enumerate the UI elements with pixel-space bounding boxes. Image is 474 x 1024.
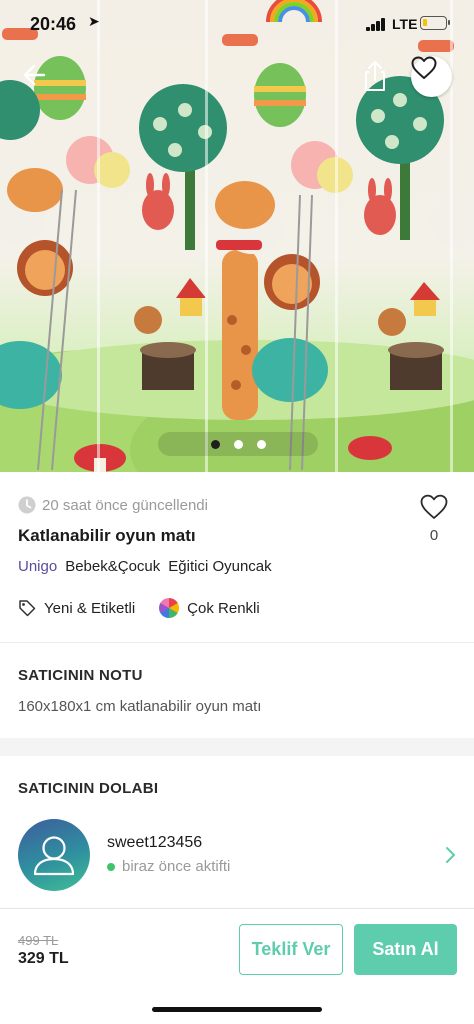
color-label: Çok Renkli (187, 599, 260, 617)
share-button[interactable] (360, 58, 390, 94)
seller-username[interactable]: sweet123456 (107, 834, 202, 852)
seller-note-text: 160x180x1 cm katlanabilir oyun matı (18, 698, 262, 715)
color-attribute: Çok Renkli (159, 598, 260, 618)
updated-time: 20 saat önce güncellendi (18, 496, 208, 514)
buy-now-button[interactable]: Satın Al (354, 924, 457, 975)
product-info: 20 saat önce güncellendi Katlanabilir oy… (0, 472, 474, 642)
image-pagination (158, 432, 318, 456)
favorite-button[interactable] (411, 56, 452, 97)
chevron-right-icon[interactable] (444, 845, 458, 865)
subcategory-link[interactable]: Eğitici Oyuncak (168, 558, 271, 575)
battery-icon (420, 16, 450, 30)
user-icon (33, 836, 75, 876)
heart-outline-icon (420, 494, 448, 519)
arrow-left-icon (23, 64, 46, 86)
online-status-icon (107, 862, 115, 871)
clock-icon (18, 496, 36, 514)
cellular-signal-icon (366, 18, 388, 31)
heart-icon (411, 56, 437, 79)
product-title: Katlanabilir oyun matı (18, 526, 196, 545)
make-offer-button[interactable]: Teklif Ver (239, 924, 343, 975)
pagination-dot-3[interactable] (256, 439, 266, 449)
location-arrow-icon: ➤ (88, 13, 100, 29)
original-price: 499 TL (18, 933, 59, 948)
brand-link[interactable]: Unigo (18, 558, 57, 575)
pagination-dot-2[interactable] (233, 439, 243, 449)
like-count: 0 (429, 527, 439, 544)
category-links: Unigo Bebek&Çocuk Eğitici Oyuncak (18, 558, 272, 575)
tag-icon (19, 600, 36, 617)
category-link[interactable]: Bebek&Çocuk (65, 558, 160, 575)
seller-avatar[interactable] (18, 819, 90, 891)
pagination-dot-1[interactable] (210, 439, 220, 449)
condition-label: Yeni & Etiketli (44, 599, 136, 617)
updated-text: 20 saat önce güncellendi (42, 496, 208, 514)
seller-activity: biraz önce aktifti (107, 858, 230, 875)
network-type: LTE (392, 16, 418, 32)
seller-note-heading: SATICININ NOTU (18, 667, 143, 684)
home-indicator (152, 1007, 322, 1012)
status-bar: 20:46 ➤ LTE (0, 0, 474, 50)
condition-attribute: Yeni & Etiketli (18, 599, 135, 617)
like-toggle[interactable]: 0 (414, 494, 454, 544)
share-icon (365, 61, 385, 91)
product-attributes: Yeni & Etiketli Çok Renkli (18, 598, 260, 618)
divider (0, 642, 474, 643)
section-spacer (0, 738, 474, 756)
product-image[interactable]: 20:46 ➤ LTE (0, 0, 474, 472)
play-mat-illustration (0, 0, 474, 472)
current-price: 329 TL (18, 950, 69, 967)
seller-activity-text: biraz önce aktifti (122, 858, 231, 875)
seller-closet-heading: SATICININ DOLABI (18, 780, 159, 797)
status-time: 20:46 (30, 14, 77, 34)
back-button[interactable] (18, 58, 52, 92)
multicolor-swatch-icon (159, 598, 180, 618)
